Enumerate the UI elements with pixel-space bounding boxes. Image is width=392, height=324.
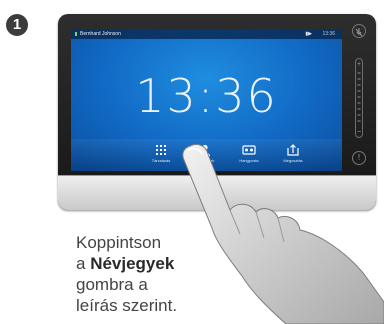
user-name[interactable]: Bernhard Johnson	[80, 29, 121, 39]
caption-line-4: leírás szerint.	[76, 296, 178, 315]
instruction-caption: Koppintson a Névjegyek gombra a leírás s…	[76, 232, 177, 316]
camera-icon[interactable]: ▮▶	[305, 29, 312, 39]
caption-line-3: gombra a	[76, 275, 148, 294]
presence-icon	[75, 32, 77, 36]
svg-text:−: −	[357, 129, 361, 136]
volume-ticks: + −	[357, 62, 361, 136]
microphone-icon	[355, 28, 363, 37]
status-time: 13:36	[322, 31, 335, 37]
step-number-badge: 1	[6, 14, 28, 36]
caption-line-2: a Névjegyek	[76, 254, 175, 273]
mute-button[interactable]	[352, 24, 366, 38]
svg-text:+: +	[357, 62, 361, 68]
status-bar: Bernhard Johnson ▮▶ 13:36	[71, 29, 342, 39]
volume-slider[interactable]: + −	[355, 58, 363, 138]
clock-display: 13:36	[135, 69, 278, 123]
caption-bold-target: Névjegyek	[90, 254, 175, 273]
pointing-hand-icon	[182, 143, 384, 324]
caption-line-1: Koppintson	[76, 233, 162, 252]
